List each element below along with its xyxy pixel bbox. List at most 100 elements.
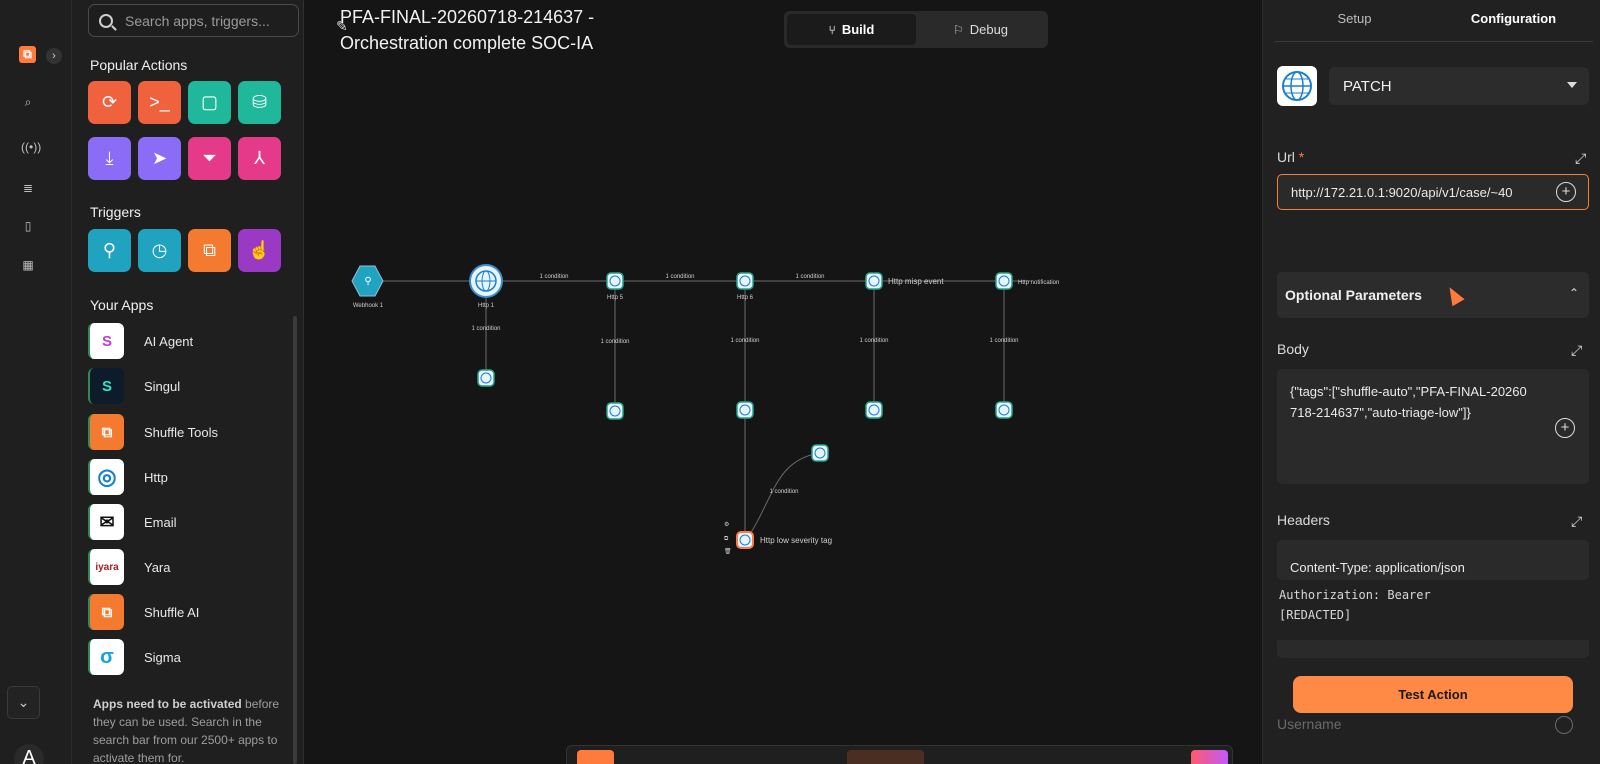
method-select[interactable]: PATCH <box>1329 67 1589 105</box>
filter-icon[interactable]: ⏷ <box>188 137 231 180</box>
webhook-icon[interactable]: ⚲ <box>88 229 131 272</box>
body-label: Body <box>1277 341 1309 357</box>
delete-icon[interactable]: 🗑 <box>724 547 732 555</box>
radio-waves-icon[interactable]: ((•)) <box>21 140 41 154</box>
sigma-icon: σ <box>88 639 124 675</box>
search-input[interactable] <box>125 12 275 29</box>
node-http-child[interactable] <box>995 401 1013 419</box>
node-http-low-severity[interactable] <box>736 531 754 549</box>
url-input[interactable]: http://172.21.0.1:9020/api/v1/case/~40 + <box>1277 174 1589 210</box>
expand-icon[interactable]: ⤢ <box>1575 151 1589 165</box>
app-item-http[interactable]: ◎ Http <box>88 457 288 497</box>
search-icon <box>99 13 113 28</box>
activation-note-bold: Apps need to be activated <box>93 697 242 711</box>
app-palette: Popular Actions ⟳ >_ ▢ ⛁ ⤓ ➤ ⏷ ⅄ Trigger… <box>72 0 304 764</box>
edge-label: 1 condition <box>539 274 568 280</box>
palette-scrollbar[interactable] <box>293 316 297 764</box>
add-variable-icon[interactable] <box>1555 716 1573 734</box>
list-icon[interactable]: ≣ <box>21 181 35 195</box>
node-http1[interactable]: Http 1 <box>469 264 503 309</box>
edge-label: 1 condition <box>730 338 759 344</box>
expand-icon[interactable]: ⤢ <box>1571 514 1585 528</box>
app-label: Yara <box>144 559 171 575</box>
headers-label: Headers <box>1277 512 1330 528</box>
app-label: Sigma <box>144 649 181 665</box>
webhook-icon: ⚲ <box>364 276 371 287</box>
search-box[interactable] <box>88 4 299 37</box>
app-label: Http <box>144 469 168 485</box>
terminal-icon[interactable]: >_ <box>138 81 181 124</box>
repeat-icon[interactable]: ⟳ <box>88 81 131 124</box>
chevron-up-icon: ⌃ <box>1568 286 1579 300</box>
edge-label: 1 condition <box>769 489 798 495</box>
node-http-notification[interactable] <box>995 272 1013 290</box>
optional-parameters-header[interactable]: Optional Parameters ⌃ <box>1277 272 1589 318</box>
add-variable-icon[interactable]: + <box>1555 418 1575 438</box>
send-icon[interactable]: ➤ <box>138 137 181 180</box>
clock-icon[interactable]: ◷ <box>138 229 181 272</box>
node-http6[interactable] <box>736 272 754 290</box>
node-http-misp[interactable] <box>865 272 883 290</box>
edge-label: 1 condition <box>471 326 500 332</box>
node-label: Http notification <box>1018 280 1059 286</box>
app-item-yara[interactable]: iyara Yara <box>88 547 288 587</box>
app-item-sigma[interactable]: σ Sigma <box>88 637 288 677</box>
app-item-email[interactable]: ✉ Email <box>88 502 288 542</box>
test-action-button[interactable]: Test Action <box>1293 676 1573 713</box>
mouse-cursor-icon <box>1443 283 1465 307</box>
activation-note: Apps need to be activated before they ca… <box>93 695 283 764</box>
toolbar-button[interactable] <box>577 750 614 764</box>
chevron-down-icon[interactable]: ⌄ <box>7 686 40 719</box>
download-icon[interactable]: ⤓ <box>88 137 131 180</box>
globe-icon <box>1277 66 1317 106</box>
url-value: http://172.21.0.1:9020/api/v1/case/~40 <box>1291 184 1513 200</box>
node-http-child[interactable] <box>865 401 883 419</box>
headers-textarea[interactable]: Content-Type: application/json <box>1277 540 1589 580</box>
shuffle-logo[interactable]: ⧉ <box>19 46 36 63</box>
database-icon[interactable]: ⛁ <box>238 81 281 124</box>
left-rail: ⧉ › ⌕ ((•)) ≣ ▯ ▦ ⌄ A <box>0 0 72 764</box>
expand-icon[interactable]: › <box>46 48 62 64</box>
ai-agent-icon: S <box>88 323 124 359</box>
expand-icon[interactable]: ⤢ <box>1571 343 1585 357</box>
body-textarea[interactable]: {"tags":["shuffle-auto","PFA-FINAL-20260… <box>1277 369 1589 484</box>
pointer-click-icon[interactable]: ☝ <box>238 229 281 272</box>
merge-icon[interactable]: ⅄ <box>238 137 281 180</box>
app-item-shuffle-tools[interactable]: ⧉ Shuffle Tools <box>88 412 288 452</box>
tab-configuration[interactable]: Configuration <box>1434 0 1593 41</box>
copy-icon[interactable]: ⧉ <box>724 536 729 542</box>
header-line: Authorization: Bearer <box>1279 588 1431 602</box>
node-http5[interactable] <box>606 272 624 290</box>
tab-setup[interactable]: Setup <box>1275 0 1434 41</box>
app-item-singul[interactable]: S Singul <box>88 366 288 406</box>
node-webhook[interactable]: ⚲ Webhook 1 <box>351 265 384 309</box>
toolbar-button[interactable] <box>1191 750 1228 764</box>
node-label: Http 6 <box>737 295 754 301</box>
globe-icon: ◎ <box>88 459 124 495</box>
required-marker: * <box>1298 149 1305 165</box>
node-http-child[interactable] <box>606 402 624 420</box>
app-item-ai-agent[interactable]: S AI Agent <box>88 321 288 361</box>
building-icon[interactable]: ▦ <box>21 258 35 272</box>
node-http-child[interactable] <box>477 369 495 387</box>
edge-label: 1 condition <box>600 339 629 345</box>
header-line: Content-Type: application/json <box>1290 560 1465 575</box>
workflow-canvas[interactable]: ✎ PFA-FINAL-20260718-214637 - Orchestrat… <box>304 0 1262 764</box>
document-icon[interactable]: ▯ <box>21 219 35 233</box>
file-add-icon[interactable]: ▢ <box>188 81 231 124</box>
shuffle-trigger-icon[interactable]: ⧉ <box>188 229 231 272</box>
config-panel: Setup Configuration PATCH Url * ⤢ http:/… <box>1262 0 1600 764</box>
workflow-graph: 1 condition 1 condition 1 condition 1 co… <box>351 264 1059 555</box>
node-http-child[interactable] <box>736 401 754 419</box>
avatar[interactable]: A <box>14 744 44 764</box>
bottom-toolbar <box>566 745 1233 764</box>
toolbar-button[interactable] <box>847 750 924 764</box>
add-variable-icon[interactable]: + <box>1556 182 1576 202</box>
node-label: Http low severity tag <box>760 536 832 545</box>
url-label: Url * <box>1277 149 1304 165</box>
search-icon[interactable]: ⌕ <box>21 95 35 109</box>
node-action-icon[interactable]: ⚙ <box>724 521 729 528</box>
app-item-shuffle-ai[interactable]: ⧉ Shuffle AI <box>88 592 288 632</box>
node-http-child[interactable] <box>811 444 829 462</box>
caret-down-icon <box>1567 82 1577 88</box>
